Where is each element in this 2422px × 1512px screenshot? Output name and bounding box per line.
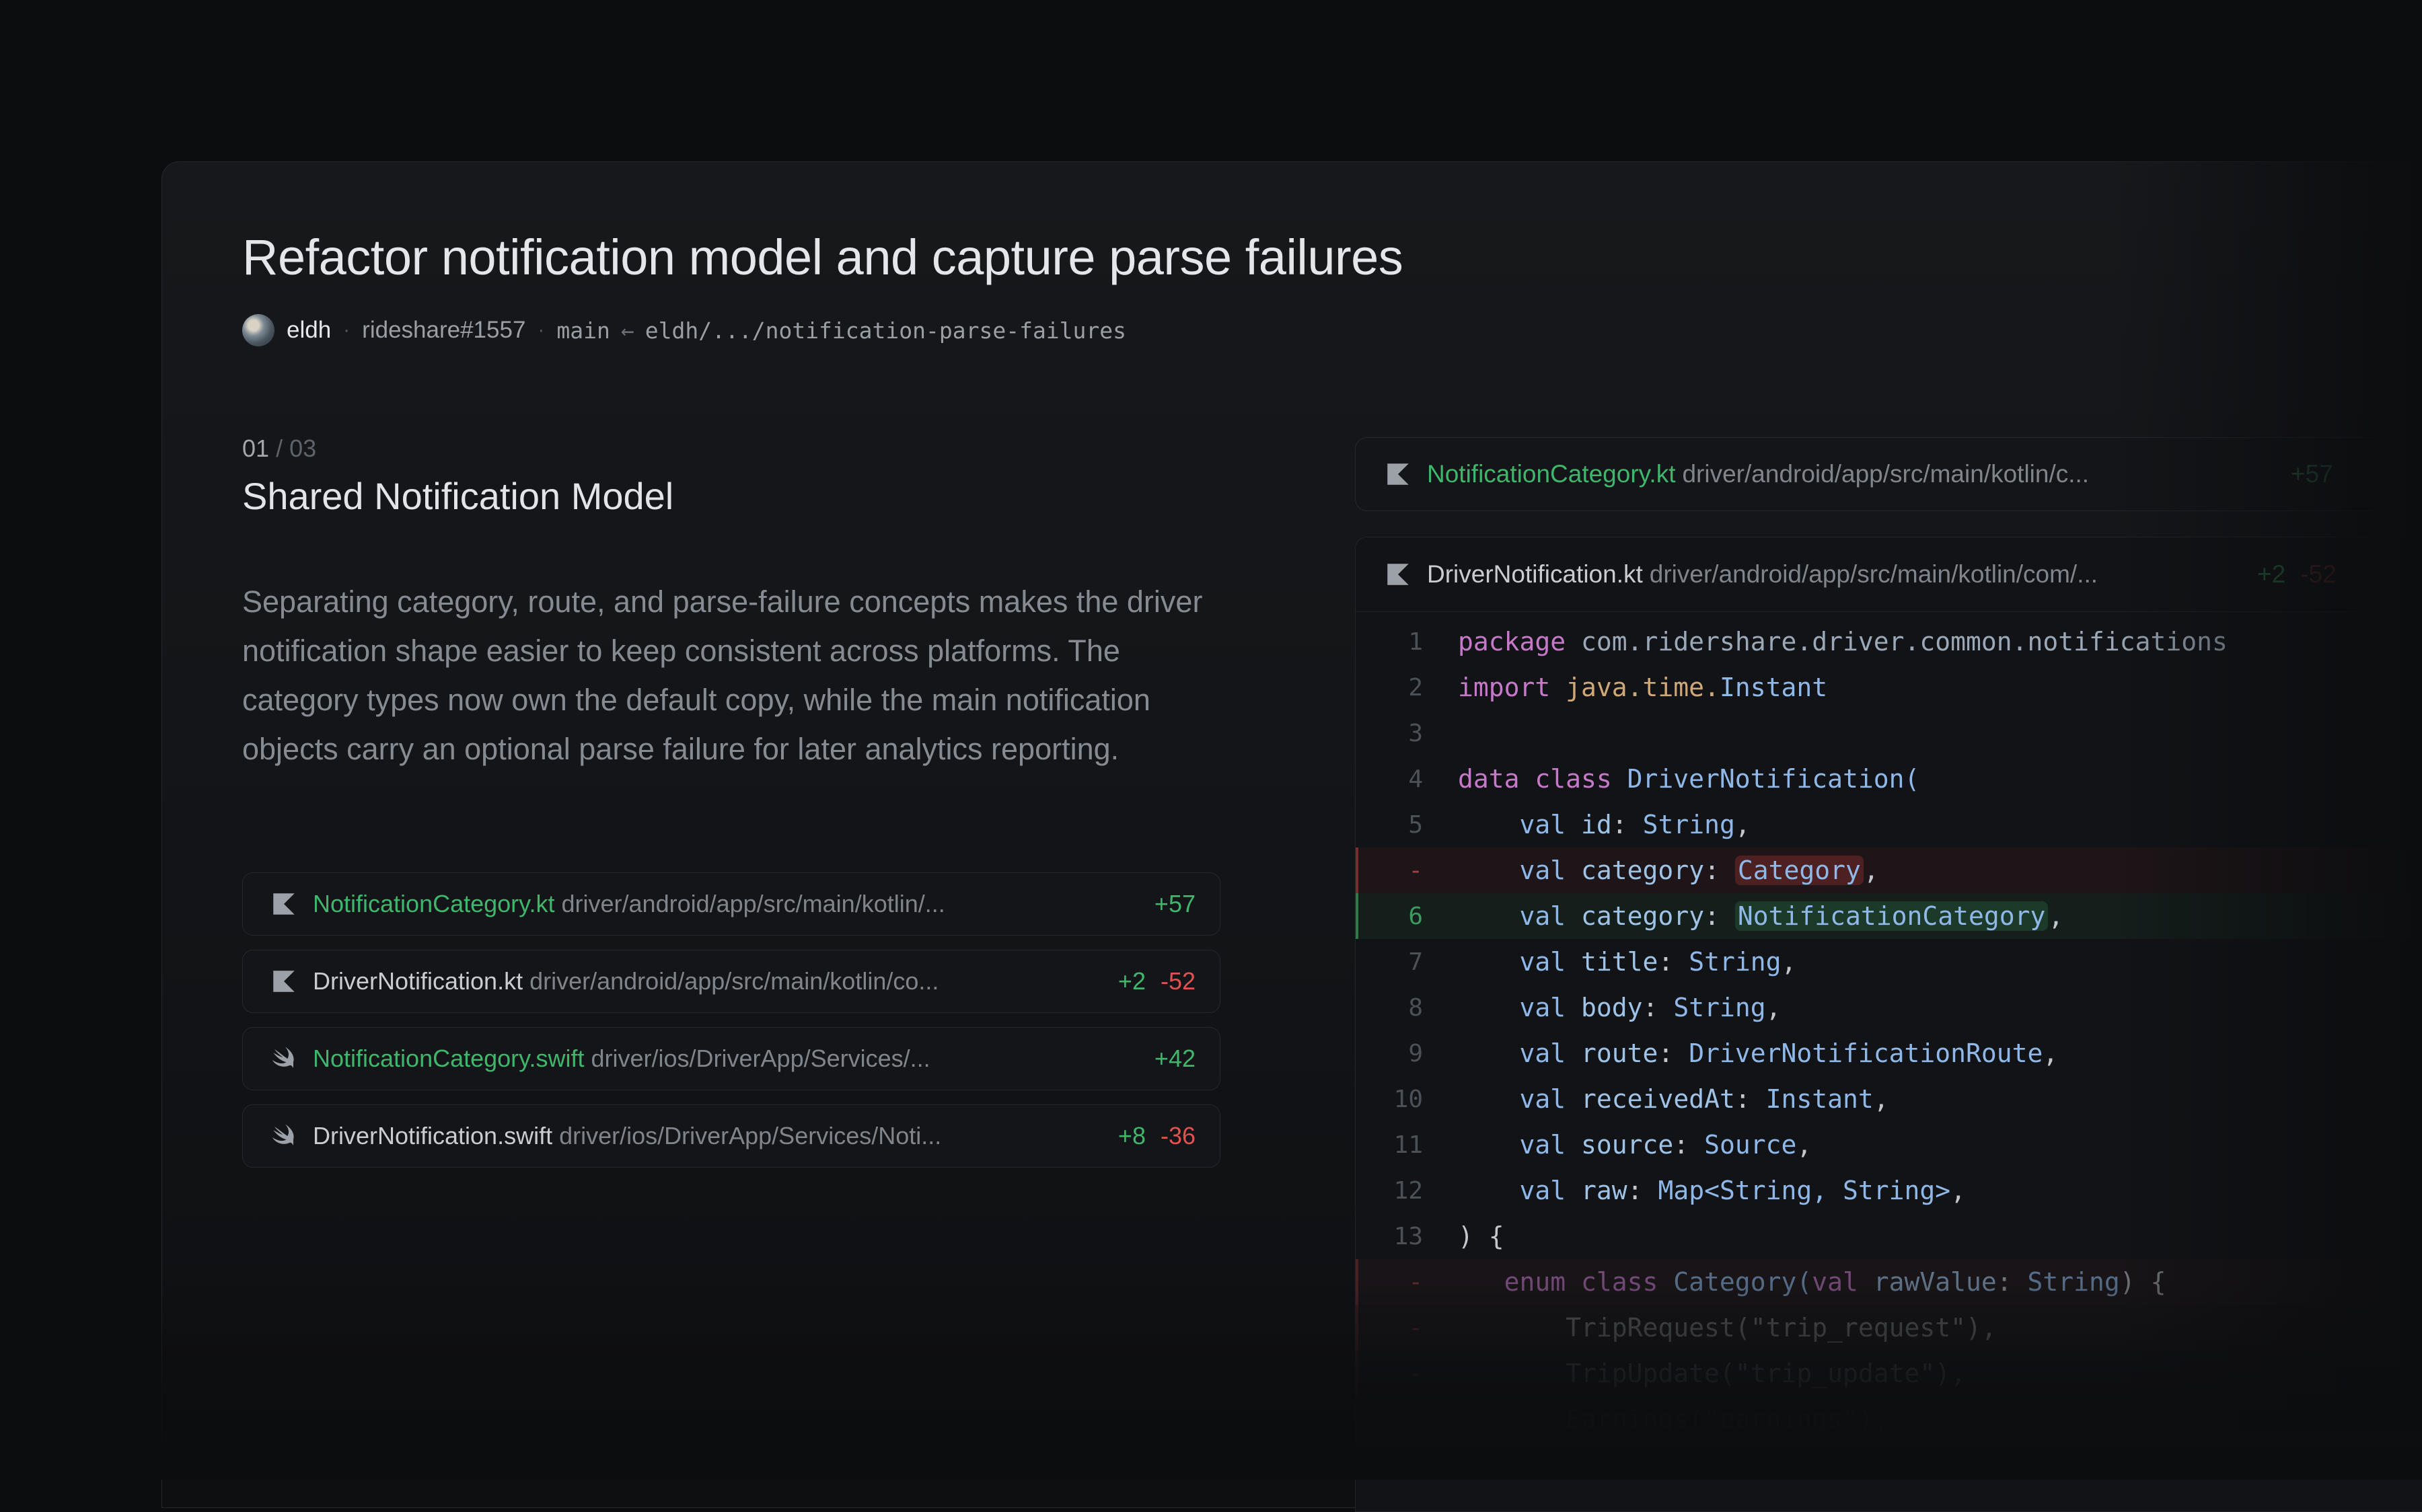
deletions-count: -52 — [1160, 967, 1196, 995]
line-number: 3 — [1408, 719, 1423, 747]
kotlin-icon — [1387, 463, 1409, 485]
file-path: driver/android/app/src/main/kotlin/co... — [529, 967, 939, 995]
line-number: 6 — [1408, 902, 1423, 930]
section-description: Separating category, route, and parse-fa… — [242, 584, 1203, 766]
file-path: driver/ios/DriverApp/Services/... — [591, 1045, 930, 1072]
file-card[interactable]: NotificationCategory.kt driver/android/a… — [242, 872, 1220, 936]
file-card[interactable]: DriverNotification.swift driver/ios/Driv… — [242, 1104, 1220, 1168]
file-name: NotificationCategory.kt — [313, 890, 555, 917]
base-branch[interactable]: main — [556, 317, 610, 344]
step-current: 01 — [242, 434, 270, 462]
step-indicator: 01 / 03 — [242, 434, 316, 463]
code-line-deleted[interactable]: - TripUpdate("trip_update"), — [1356, 1351, 2422, 1396]
code-lines: 1 package com.ridershare.driver.common.n… — [1356, 619, 2422, 1442]
kotlin-icon — [273, 893, 295, 915]
line-number: 11 — [1393, 1131, 1423, 1159]
line-number: - — [1408, 1405, 1423, 1433]
additions-count: +42 — [1154, 1045, 1196, 1072]
file-path: driver/android/app/src/main/kotlin/c... — [1682, 460, 2090, 488]
avatar[interactable] — [242, 314, 274, 346]
code-line[interactable]: 7 val title: String, — [1356, 939, 2422, 985]
pr-meta: eldh · rideshare#1557 · main ← eldh/.../… — [242, 313, 1126, 347]
file-name: DriverNotification.kt — [313, 967, 523, 995]
file-path: driver/android/app/src/main/kotlin/... — [561, 890, 945, 917]
code-line-deleted[interactable]: - TripRequest("trip_request"), — [1356, 1305, 2422, 1351]
line-number: 12 — [1393, 1176, 1423, 1205]
diff-file-header[interactable]: DriverNotification.kt driver/android/app… — [1356, 537, 2422, 612]
line-number: - — [1408, 856, 1423, 884]
code-line[interactable]: 3 — [1356, 710, 2422, 756]
diff-view: DriverNotification.kt driver/android/app… — [1355, 537, 2422, 1512]
additions-count: +57 — [1154, 890, 1196, 917]
kotlin-icon — [1387, 564, 1409, 585]
line-number: 13 — [1393, 1222, 1423, 1250]
file-name: DriverNotification.kt — [1427, 560, 1643, 588]
file-name: DriverNotification.swift — [313, 1122, 553, 1149]
meta-separator: · — [538, 319, 545, 341]
code-line[interactable]: 10 val receivedAt: Instant, — [1356, 1076, 2422, 1122]
code-line[interactable]: 13 ) { — [1356, 1213, 2422, 1259]
repo-reference[interactable]: rideshare#1557 — [362, 317, 525, 344]
line-number: 1 — [1408, 628, 1423, 656]
line-number: 5 — [1408, 810, 1423, 839]
branch-arrow-icon: ← — [620, 317, 634, 344]
file-name: NotificationCategory.swift — [313, 1045, 585, 1072]
additions-count: +8 — [1117, 1122, 1146, 1149]
author-name[interactable]: eldh — [287, 317, 331, 344]
code-line[interactable]: 11 val source: Source, — [1356, 1122, 2422, 1168]
diff-file-header-collapsed[interactable]: NotificationCategory.kt driver/android/a… — [1355, 437, 2422, 511]
code-line[interactable]: 9 val route: DriverNotificationRoute, — [1356, 1030, 2422, 1076]
line-number: 2 — [1408, 673, 1423, 702]
deletions-count: -36 — [1160, 1122, 1196, 1149]
line-number: - — [1408, 1268, 1423, 1296]
code-line[interactable]: 4 data class DriverNotification( — [1356, 756, 2422, 802]
swift-icon — [272, 1047, 294, 1068]
additions-count: +2 — [2257, 560, 2286, 588]
additions-count: +2 — [1117, 967, 1146, 995]
file-name: NotificationCategory.kt — [1427, 460, 1676, 488]
code-line-added[interactable]: 6 val category: NotificationCategory, — [1356, 893, 2422, 939]
code-line-deleted[interactable]: - val category: Category, — [1356, 847, 2422, 893]
file-path: driver/ios/DriverApp/Services/Noti... — [559, 1122, 942, 1149]
line-number: - — [1408, 1359, 1423, 1388]
code-line[interactable]: 2 import java.time.Instant — [1356, 665, 2422, 710]
meta-separator: · — [343, 319, 351, 341]
line-number: 4 — [1408, 765, 1423, 793]
step-total: / 03 — [276, 434, 317, 462]
file-path: driver/android/app/src/main/kotlin/com/.… — [1649, 560, 2098, 588]
pr-title: Refactor notification model and capture … — [242, 229, 1403, 285]
line-number: 10 — [1393, 1085, 1423, 1113]
changed-files-list: NotificationCategory.kt driver/android/a… — [242, 872, 1220, 1182]
code-line[interactable]: 8 val body: String, — [1356, 985, 2422, 1030]
additions-count: +57 — [2291, 460, 2333, 488]
code-line[interactable]: 5 val id: String, — [1356, 802, 2422, 847]
code-line-deleted[interactable]: - Earnings("earnings"), — [1356, 1396, 2422, 1442]
line-number: 8 — [1408, 993, 1423, 1022]
kotlin-icon — [273, 971, 295, 992]
code-line[interactable]: 12 val raw: Map<String, String>, — [1356, 1168, 2422, 1213]
file-card[interactable]: NotificationCategory.swift driver/ios/Dr… — [242, 1027, 1220, 1090]
file-card[interactable]: DriverNotification.kt driver/android/app… — [242, 950, 1220, 1013]
deletions-count: -52 — [2300, 560, 2337, 588]
section-title: Shared Notification Model — [242, 475, 674, 517]
code-line-deleted[interactable]: - enum class Category(val rawValue: Stri… — [1356, 1259, 2422, 1305]
code-line[interactable]: 1 package com.ridershare.driver.common.n… — [1356, 619, 2422, 665]
line-number: 7 — [1408, 948, 1423, 976]
swift-icon — [272, 1124, 294, 1145]
head-branch[interactable]: eldh/.../notification-parse-failures — [645, 317, 1126, 344]
line-number: 9 — [1408, 1039, 1423, 1067]
line-number: - — [1408, 1314, 1423, 1342]
